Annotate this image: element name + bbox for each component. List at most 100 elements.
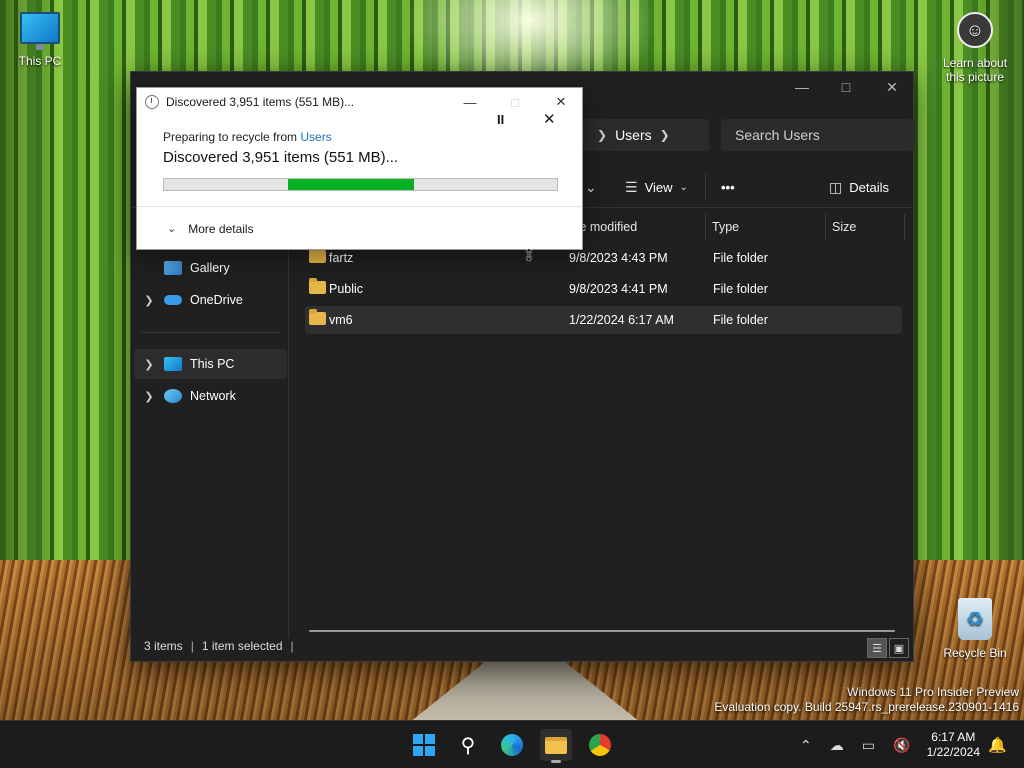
taskbar-clock[interactable]: 6:17 AM 1/22/2024 [927,730,980,760]
more-options-button[interactable]: ••• [721,176,735,198]
taskbar: ⚲ ⌃ ☁ ▭ 🔇 6:17 AM 1/22/2024 🔔 [0,720,1024,768]
desktop-icon-this-pc[interactable]: This PC [0,12,80,68]
file-row-public[interactable]: Public 9/8/2023 4:41 PM File folder [305,275,902,303]
folder-icon [309,278,326,294]
view-label: View [644,179,673,195]
status-bar: 3 items | 1 item selected | [131,631,913,661]
learn-label-line2: this picture [945,70,1005,84]
recycle-source-prefix: Preparing to recycle from [163,130,301,144]
chrome-icon [589,734,611,756]
monitor-icon [20,12,60,50]
more-details-toggle[interactable]: ⌄ More details [137,206,582,250]
address-bar[interactable]: ❯ Users ❯ [583,119,709,151]
desktop-learn-about-picture[interactable]: ☺ Learn about this picture [935,12,1015,84]
desktop-icon-recycle-bin-label: Recycle Bin [943,646,1007,660]
dialog-minimize-button[interactable]: — [447,88,493,116]
explorer-minimize-button[interactable]: — [779,72,825,102]
file-type: File folder [713,313,768,327]
recycle-source-link[interactable]: Users [300,130,331,144]
chevron-up-icon[interactable]: ⌃ [800,737,812,754]
search-button[interactable]: ⚲ [452,729,484,761]
expand-chevron-icon[interactable]: ❯ [134,390,164,403]
file-name: Public [329,282,364,296]
status-separator: | [290,639,294,653]
sidebar-item-label: OneDrive [190,293,243,307]
sidebar-item-label: This PC [190,357,235,371]
chevron-right-icon: ❯ [597,128,608,142]
windows-logo-icon [413,734,435,756]
notification-bell-icon[interactable]: 🔔 [988,721,1007,768]
system-tray: ⌃ ☁ ▭ 🔇 [800,721,910,768]
monitor-icon [164,357,182,371]
edge-app[interactable] [496,729,528,761]
sidebar-item-label: Network [190,389,236,403]
sidebar-item-gallery[interactable]: Gallery [134,253,287,283]
breadcrumb-users[interactable]: Users [615,127,652,143]
recycle-source-line: Preparing to recycle from Users [163,130,562,144]
recycle-bin-icon: ♻ [958,598,992,640]
learn-label-line1: Learn about [942,56,1008,70]
file-row-vm6[interactable]: vm6 1/22/2024 6:17 AM File folder [305,306,902,334]
column-header-date-modified[interactable]: te modified [570,214,705,240]
evaluation-watermark: Windows 11 Pro Insider Preview Evaluatio… [714,685,1019,715]
explorer-maximize-button[interactable]: □ [823,72,869,102]
details-view-button[interactable]: ☰ [867,638,887,658]
sidebar-item-this-pc[interactable]: ❯ This PC [134,349,287,379]
search-input[interactable]: Search Users [721,119,915,151]
pause-button[interactable]: II [497,112,504,127]
details-label: Details [849,179,889,195]
dialog-body: Preparing to recycle from Users Discover… [163,130,562,166]
dialog-titlebar[interactable]: Discovered 3,951 items (551 MB)... — □ ✕ [137,88,582,116]
file-date: 9/8/2023 4:43 PM [569,251,668,265]
watermark-line1: Windows 11 Pro Insider Preview [847,685,1019,699]
explorer-close-button[interactable]: ✕ [869,72,915,102]
status-separator: | [190,639,194,653]
file-name: fartz [329,251,354,265]
expand-chevron-icon[interactable]: ❯ [134,358,164,371]
navigation-pane: Gallery ❯ OneDrive ❯ This PC ❯ Network [131,208,289,638]
file-type: File folder [713,282,768,296]
file-explorer-icon [545,736,567,754]
expand-chevron-icon[interactable]: ❯ [134,294,164,307]
chrome-app[interactable] [584,729,616,761]
status-selected-count: 1 item selected [201,639,283,653]
folder-icon [309,247,326,263]
sidebar-item-onedrive[interactable]: ❯ OneDrive [134,285,287,315]
more-details-label: More details [188,221,254,236]
sidebar-divider [141,332,279,333]
view-lines-icon: ☰ [625,178,638,195]
dialog-title: Discovered 3,951 items (551 MB)... [166,95,355,109]
desktop-icon-recycle-bin[interactable]: ♻ Recycle Bin [935,598,1015,660]
start-button[interactable] [408,729,440,761]
chevron-right-icon[interactable]: ❯ [660,128,670,142]
cancel-operation-button[interactable]: ✕ [543,110,556,128]
large-icons-view-button[interactable]: ▣ [889,638,909,658]
details-pane-icon: ◫ [829,178,843,195]
clock-icon [145,95,159,109]
learn-about-picture-icon: ☺ [957,12,993,48]
sidebar-item-network[interactable]: ❯ Network [134,381,287,411]
more-label: ••• [721,179,735,195]
chevron-down-icon: ⌄ [679,181,688,193]
chevron-down-icon: ⌄ [167,223,177,235]
network-icon [164,389,182,403]
gallery-icon [164,261,182,275]
file-explorer-app[interactable] [540,729,572,763]
column-header-size[interactable]: Size [825,214,905,240]
details-pane-button[interactable]: ◫ Details [829,176,889,198]
view-button[interactable]: ☰ View ⌄ [625,176,688,198]
volume-muted-icon[interactable]: 🔇 [893,737,910,754]
folder-icon [309,309,326,325]
onedrive-icon [164,295,182,305]
sidebar-item-label: Gallery [190,261,230,275]
sort-dropdown-chevron[interactable]: ⌄ [585,176,597,198]
edge-icon [501,734,523,756]
recycle-progress-dialog: Discovered 3,951 items (551 MB)... — □ ✕… [136,87,583,250]
onedrive-tray-icon[interactable]: ☁ [830,737,844,754]
network-tray-icon[interactable]: ▭ [862,737,875,754]
progress-bar-fill [287,179,414,190]
column-header-type[interactable]: Type [705,214,825,240]
file-date: 1/22/2024 6:17 AM [569,313,674,327]
clock-date: 1/22/2024 [926,745,980,759]
search-icon: ⚲ [460,734,476,757]
